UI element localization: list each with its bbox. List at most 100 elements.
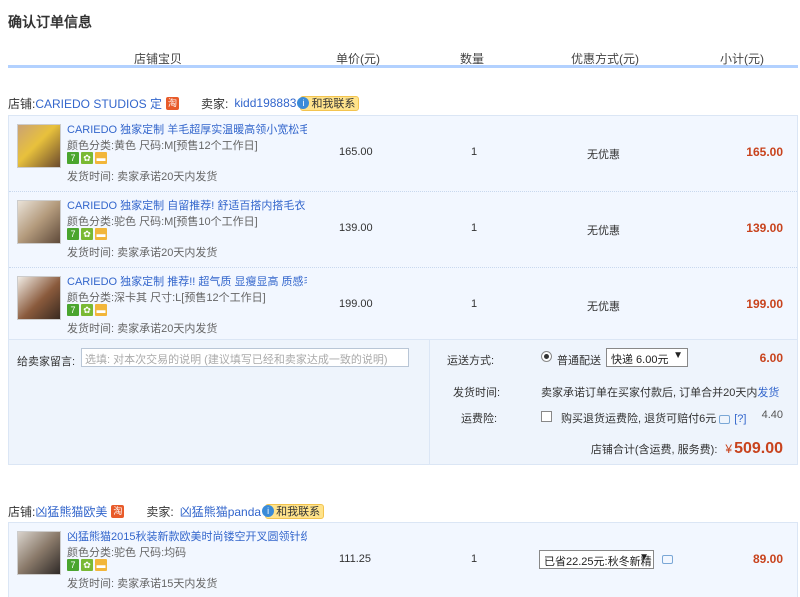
dropdown-arrow-icon: ▼ — [673, 350, 683, 361]
insurance-help-link[interactable]: [?] — [734, 413, 746, 425]
seller-label: 卖家: — [201, 96, 229, 111]
quantity: 1 — [471, 146, 478, 158]
product-sku: 颜色分类:黄色 尺码:M[预售12个工作日] — [67, 140, 258, 152]
guarantee-icon[interactable]: ✿ — [81, 304, 93, 316]
wangwang-icon[interactable]: 淘 — [111, 504, 125, 518]
delivery-select[interactable]: 快递 6.00元 ▼ — [606, 348, 688, 367]
service-badges: 7 ✿ ▬ — [67, 228, 107, 240]
ship-time: 发货时间: 卖家承诺15天内发货 — [67, 578, 218, 590]
wangwang-icon[interactable]: 淘 — [166, 96, 180, 110]
credit-card-icon[interactable]: ▬ — [95, 228, 107, 240]
comment-icon[interactable] — [719, 414, 731, 424]
list-item: CARIEDO 独家定制 羊毛超厚实温暖高领小宽松毛 ... 颜色分类:黄色 尺… — [9, 116, 797, 192]
ship-time: 发货时间: 卖家承诺20天内发货 — [67, 323, 218, 335]
product-title-link[interactable]: CARIEDO 独家定制 羊毛超厚实温暖高领小宽松毛 ... — [67, 121, 307, 137]
subtotal: 89.00 — [752, 552, 783, 566]
contact-seller-button[interactable]: i 和我联系 — [297, 95, 360, 111]
insurance-checkbox[interactable] — [541, 411, 552, 422]
seller-label: 卖家: — [146, 504, 174, 519]
service-badges: 7 ✿ ▬ — [67, 152, 107, 164]
page-title: 确认订单信息 — [8, 14, 92, 30]
delivery-label: 运送方式: — [447, 355, 495, 367]
seven-day-return-icon[interactable]: 7 — [67, 304, 79, 316]
header-qty: 数量 — [460, 52, 485, 66]
shop-name-link[interactable]: CARIEDO STUDIOS 定 — [35, 95, 162, 112]
shop1-items: CARIEDO 独家定制 羊毛超厚实温暖高领小宽松毛 ... 颜色分类:黄色 尺… — [8, 115, 798, 340]
product-thumbnail[interactable] — [17, 531, 61, 575]
product-title-link[interactable]: 凶猛熊猫2015秋装新款欧美时尚镂空开叉圆领针织 ... — [67, 528, 307, 544]
contact-label: 和我联系 — [276, 506, 321, 518]
shop-name-link[interactable]: 凶猛熊猫欧美 — [35, 503, 107, 520]
product-sku: 颜色分类:驼色 尺码:M[预售10个工作日] — [67, 216, 258, 228]
comment-icon[interactable] — [662, 555, 673, 564]
unit-price: 165.00 — [339, 146, 373, 158]
ship-time-label: 发货时间: — [453, 387, 501, 399]
list-item: CARIEDO 独家定制 自留推荐! 舒适百搭内搭毛衣 ... 颜色分类:驼色 … — [9, 192, 797, 268]
insurance-text-wrap: 购买退货运费险, 退货可赔付6元 [?] — [561, 410, 746, 426]
discount: 无优惠 — [587, 225, 620, 237]
credit-card-icon[interactable]: ▬ — [95, 559, 107, 571]
guarantee-icon[interactable]: ✿ — [81, 152, 93, 164]
ship-time-text: 卖家承诺订单在买家付款后, 订单合并20天内发货 — [541, 384, 779, 400]
header-subtotal: 小计(元) — [720, 52, 764, 66]
seven-day-return-icon[interactable]: 7 — [67, 228, 79, 240]
product-sku: 颜色分类:深卡其 尺寸:L[预售12个工作日] — [67, 292, 266, 304]
product-title-link[interactable]: CARIEDO 独家定制 推荐!! 超气质 显瘦显高 质感毛 ... — [67, 273, 307, 289]
guarantee-icon[interactable]: ✿ — [81, 228, 93, 240]
dropdown-arrow-icon: ▼ — [639, 552, 649, 563]
seven-day-return-icon[interactable]: 7 — [67, 152, 79, 164]
discount: 无优惠 — [587, 149, 620, 161]
subtotal: 199.00 — [746, 297, 783, 311]
currency-symbol: ¥ — [725, 442, 733, 456]
divider — [429, 340, 430, 465]
quantity: 1 — [471, 553, 478, 565]
subtotal: 139.00 — [746, 221, 783, 235]
insurance-label: 运费险: — [461, 413, 498, 425]
shop1-order-options: 给卖家留言: 选填: 对本次交易的说明 (建议填写已经和卖家达成一致的说明) 运… — [8, 340, 798, 465]
shop-line-2: 店铺: 凶猛熊猫欧美 淘 卖家: 凶猛熊猫panda i 和我联系 — [8, 501, 325, 521]
quantity: 1 — [471, 222, 478, 234]
shop-line-1: 店铺: CARIEDO STUDIOS 定 淘 卖家: kidd198883 i… — [8, 93, 360, 113]
insurance-fee: 4.40 — [761, 409, 783, 421]
shop2-items: 凶猛熊猫2015秋装新款欧美时尚镂空开叉圆领针织 ... 颜色分类:驼色 尺码:… — [8, 522, 798, 597]
product-sku: 颜色分类:驼色 尺码:均码 — [67, 547, 187, 559]
guarantee-icon[interactable]: ✿ — [81, 559, 93, 571]
unit-price: 111.25 — [339, 553, 372, 565]
quantity: 1 — [471, 298, 478, 310]
discount: 无优惠 — [587, 301, 620, 313]
message-input[interactable]: 选填: 对本次交易的说明 (建议填写已经和卖家达成一致的说明) — [81, 348, 409, 367]
ship-time-link[interactable]: 发货 — [757, 387, 779, 399]
unit-price: 199.00 — [339, 298, 373, 310]
product-thumbnail[interactable] — [17, 276, 61, 320]
product-title-link[interactable]: CARIEDO 独家定制 自留推荐! 舒适百搭内搭毛衣 ... — [67, 197, 307, 213]
delivery-select-value: 快递 6.00元 — [611, 354, 669, 366]
delivery-radio[interactable] — [541, 351, 552, 362]
contact-seller-button[interactable]: i 和我联系 — [262, 503, 325, 519]
shop-total: 店铺合计(含运费, 服务费): ¥ 509.00 — [591, 440, 783, 458]
list-item: 凶猛熊猫2015秋装新款欧美时尚镂空开叉圆领针织 ... 颜色分类:驼色 尺码:… — [9, 523, 797, 597]
header-discount: 优惠方式(元) — [571, 52, 639, 66]
credit-card-icon[interactable]: ▬ — [95, 304, 107, 316]
unit-price: 139.00 — [339, 222, 373, 234]
product-thumbnail[interactable] — [17, 200, 61, 244]
header-price: 单价(元) — [336, 52, 380, 66]
ship-time-desc: 卖家承诺订单在买家付款后, 订单合并20天内 — [541, 387, 758, 399]
ship-time: 发货时间: 卖家承诺20天内发货 — [67, 171, 218, 183]
service-badges: 7 ✿ ▬ — [67, 304, 107, 316]
seller-name-link[interactable]: 凶猛熊猫panda — [180, 503, 261, 520]
delivery-fee: 6.00 — [759, 351, 783, 365]
total-amount: 509.00 — [734, 440, 783, 457]
insurance-text: 购买退货运费险, 退货可赔付6元 — [561, 413, 717, 425]
credit-card-icon[interactable]: ▬ — [95, 152, 107, 164]
shop-label: 店铺: — [8, 504, 36, 519]
subtotal: 165.00 — [746, 145, 783, 159]
product-thumbnail[interactable] — [17, 124, 61, 168]
chat-icon: i — [297, 97, 310, 109]
discount-select[interactable]: 已省22.25元:秋冬新精 ▼ — [539, 550, 654, 569]
service-badges: 7 ✿ ▬ — [67, 559, 107, 571]
table-header: 店铺宝贝 单价(元) 数量 优惠方式(元) 小计(元) — [8, 44, 798, 68]
ship-time: 发货时间: 卖家承诺20天内发货 — [67, 247, 218, 259]
seven-day-return-icon[interactable]: 7 — [67, 559, 79, 571]
header-item: 店铺宝贝 — [134, 52, 183, 66]
seller-name-link[interactable]: kidd198883 — [234, 96, 296, 110]
